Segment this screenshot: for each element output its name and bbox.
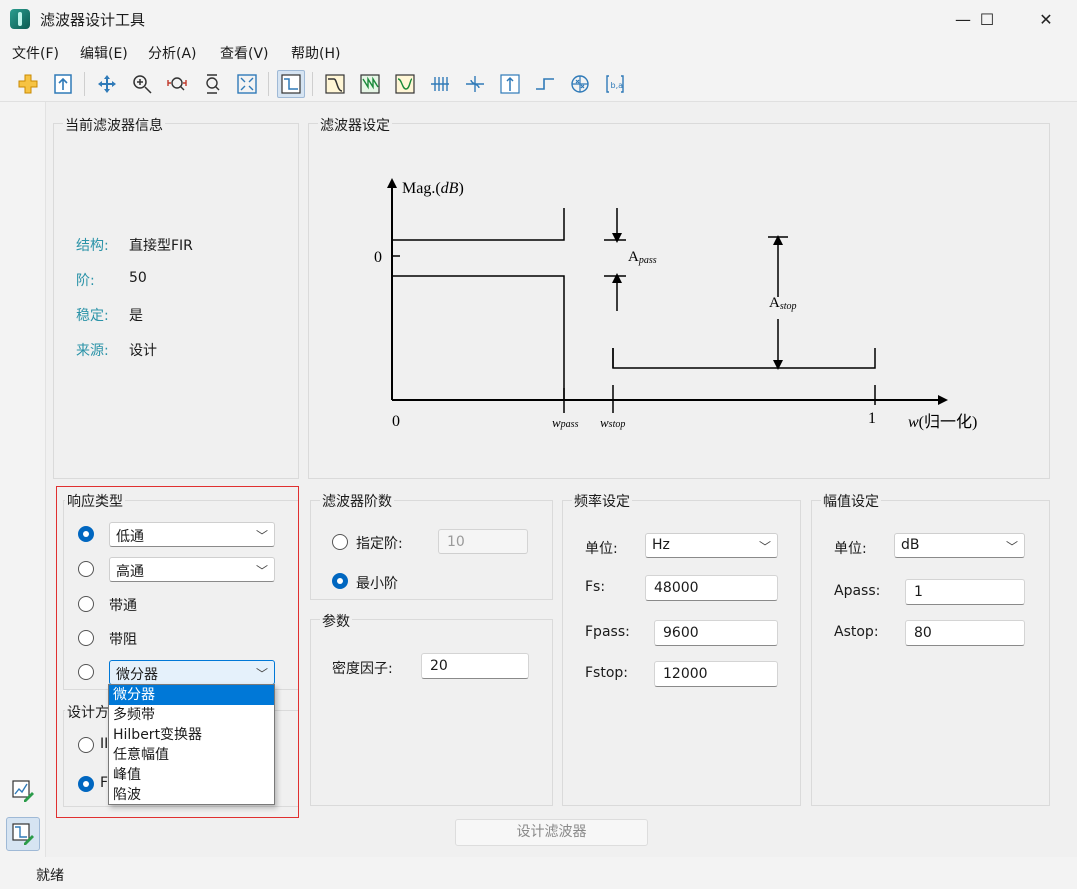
info-stable-value: 是 (129, 308, 143, 324)
coefficients-icon[interactable]: b,a (601, 70, 629, 98)
filter-spec-diagram: Mag.(dB) 0 0 1 Apass Astop wpass wstop w… (374, 178, 977, 431)
specify-order-label: 指定阶: (356, 536, 403, 552)
filter-info-group (53, 123, 299, 479)
menu-help[interactable]: 帮助(H) (291, 43, 340, 63)
x-axis-label: w(归一化) (908, 413, 977, 431)
passband-lower (392, 275, 565, 400)
close-button[interactable]: ✕ (1023, 0, 1069, 38)
params-group (310, 619, 553, 806)
zoom-in-icon[interactable] (128, 70, 156, 98)
menu-view[interactable]: 查看(V) (220, 43, 269, 63)
menu-file[interactable]: 文件(F) (12, 43, 59, 63)
filter-spec-icon[interactable] (277, 70, 305, 98)
toolbar-separator (268, 72, 269, 96)
y-axis-label: Mag.(dB) (402, 180, 464, 197)
apass-label: Apass (628, 249, 657, 266)
fpass-label: Fpass: (585, 624, 630, 640)
toolbar-separator (84, 72, 85, 96)
radio-minimum-order[interactable] (332, 573, 348, 589)
astop-label: Astop (769, 295, 797, 312)
apass-label: Apass: (834, 583, 881, 599)
maximize-button[interactable]: ☐ (964, 0, 1010, 38)
pan-icon[interactable] (93, 70, 121, 98)
passband-upper (392, 208, 565, 241)
params-title: 参数 (320, 611, 352, 631)
frequency-title: 频率设定 (572, 491, 632, 511)
filter-info-title: 当前滤波器信息 (63, 115, 165, 135)
info-order-label: 阶: (76, 273, 95, 289)
fpass-input[interactable]: 9600 (654, 620, 778, 646)
astop-input[interactable]: 80 (905, 620, 1025, 646)
radio-specify-order[interactable] (332, 534, 348, 550)
magnitude-response-icon[interactable] (321, 70, 349, 98)
filter-order-title: 滤波器阶数 (320, 491, 394, 511)
side-panel (0, 102, 46, 857)
magnitude-title: 幅值设定 (821, 491, 881, 511)
svg-text:b,a: b,a (611, 81, 624, 90)
fit-view-icon[interactable] (233, 70, 261, 98)
minimum-order-label: 最小阶 (356, 576, 398, 592)
status-bar (0, 857, 1077, 889)
mag-unit-label: 单位: (834, 541, 867, 557)
astop-label: Astop: (834, 624, 879, 640)
title-bar (0, 0, 1077, 38)
new-session-icon[interactable] (14, 70, 42, 98)
density-factor-label: 密度因子: (332, 661, 393, 677)
zero-freq-label: 0 (392, 413, 400, 430)
info-stable-label: 稳定: (76, 308, 109, 324)
info-structure-value: 直接型FIR (129, 238, 193, 254)
menu-edit[interactable]: 编辑(E) (80, 43, 128, 63)
step-response-icon[interactable] (531, 70, 559, 98)
status-text: 就绪 (36, 868, 64, 884)
freq-unit-label: 单位: (585, 541, 618, 557)
info-structure-label: 结构: (76, 238, 109, 254)
fs-label: Fs: (585, 579, 606, 595)
apass-input[interactable]: 1 (905, 579, 1025, 605)
info-source-value: 设计 (129, 343, 157, 359)
phase-response-icon[interactable] (356, 70, 384, 98)
wstop-label: wstop (600, 415, 625, 430)
fs-input[interactable]: 48000 (645, 575, 778, 601)
group-delay-icon[interactable] (426, 70, 454, 98)
pole-zero-icon[interactable] (566, 70, 594, 98)
impulse-response-icon[interactable] (496, 70, 524, 98)
mag-phase-icon[interactable] (391, 70, 419, 98)
filter-analysis-side-icon[interactable] (6, 817, 40, 851)
wpass-label: wpass (552, 415, 579, 430)
highlight-frame (56, 486, 299, 818)
export-icon[interactable] (49, 70, 77, 98)
phase-delay-icon[interactable] (461, 70, 489, 98)
filter-design-side-icon[interactable] (6, 774, 40, 808)
fstop-label: Fstop: (585, 665, 629, 681)
window-title: 滤波器设计工具 (40, 11, 146, 29)
freq-unit-combo[interactable]: Hz ﹀ (645, 533, 778, 558)
zero-db-label: 0 (374, 249, 382, 266)
info-source-label: 来源: (76, 343, 109, 359)
zoom-y-icon[interactable] (198, 70, 226, 98)
mag-unit-combo[interactable]: dB ﹀ (894, 533, 1025, 558)
zoom-x-icon[interactable] (163, 70, 191, 98)
toolbar-separator (312, 72, 313, 96)
stopband-bound (612, 348, 876, 369)
specify-order-input[interactable]: 10 (438, 529, 528, 554)
info-order-value: 50 (129, 270, 147, 286)
menu-analysis[interactable]: 分析(A) (148, 43, 197, 63)
design-filter-button[interactable]: 设计滤波器 (455, 819, 648, 846)
fstop-input[interactable]: 12000 (654, 661, 778, 687)
one-freq-label: 1 (868, 410, 876, 427)
density-factor-input[interactable]: 20 (421, 653, 529, 679)
app-icon (10, 9, 30, 29)
